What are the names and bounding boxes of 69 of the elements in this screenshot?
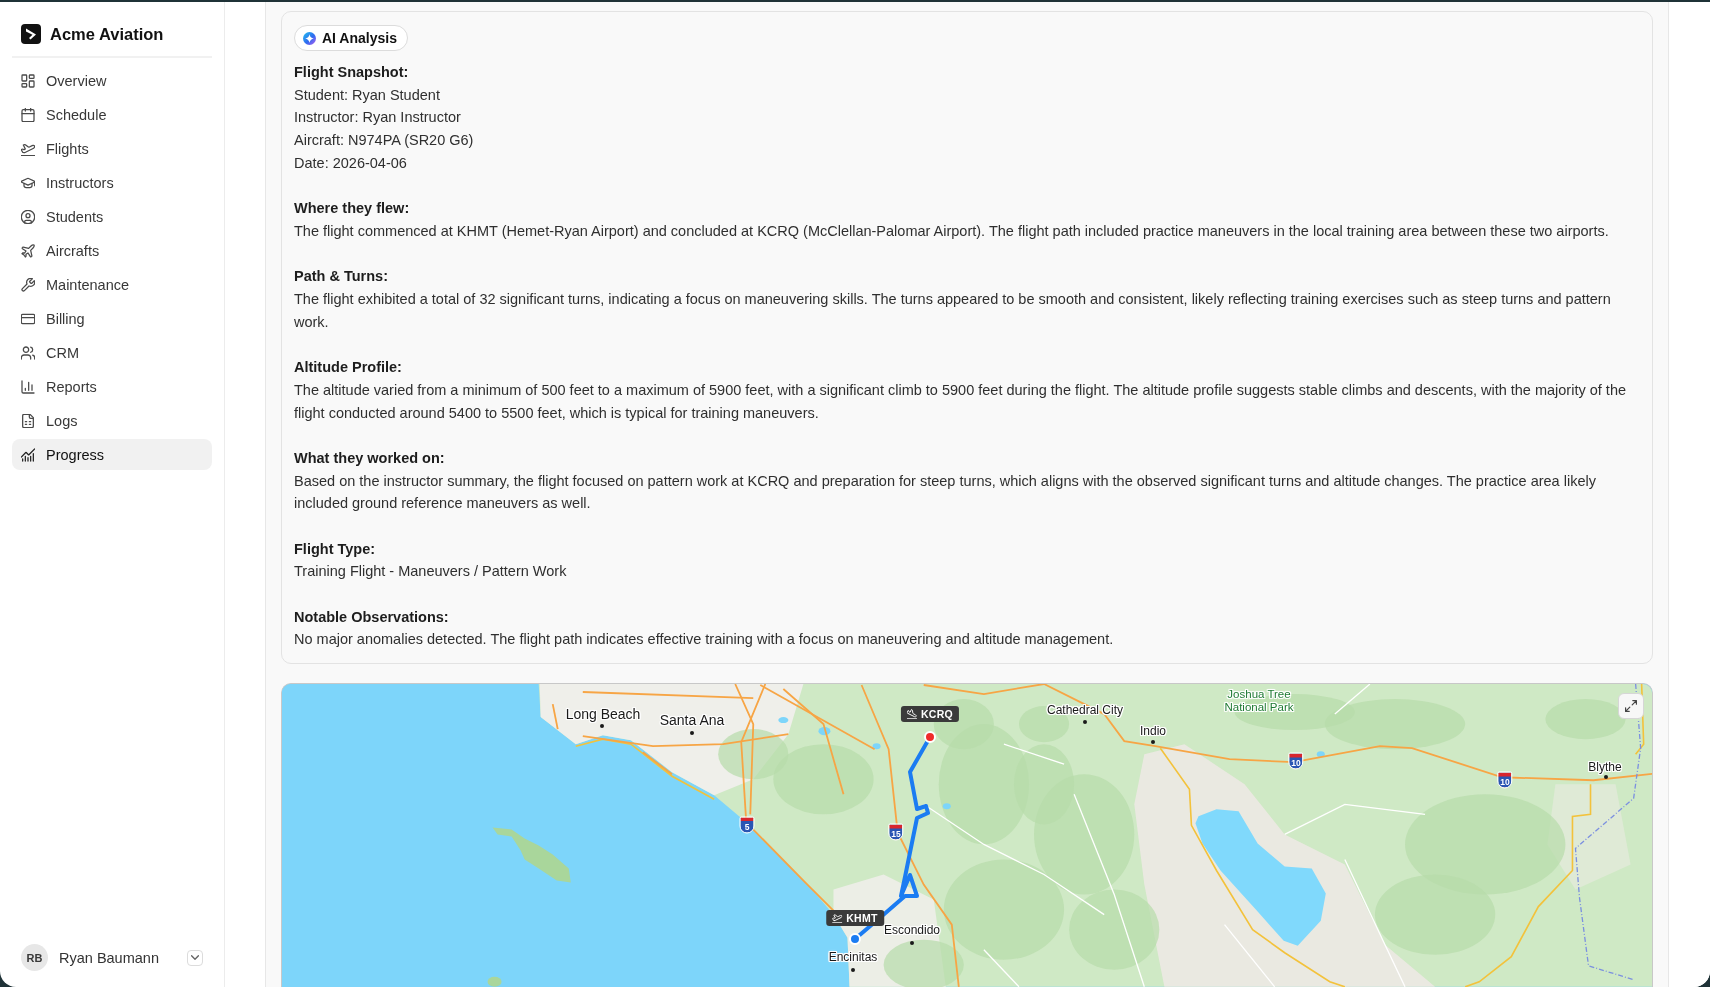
section-text: The flight commenced at KHMT (Hemet-Ryan Airport) and concluded at KCRQ (McClellan-Palomar Airport). The flight path included practice maneuvers in the local training area between these two airports.	[294, 221, 1610, 241]
location-dot-icon	[851, 968, 855, 973]
section-text: Date: 2026-04-06	[294, 153, 408, 173]
trend-chart-icon	[21, 447, 35, 462]
nav-item[interactable]: Students	[12, 201, 212, 232]
nav-item[interactable]: CRM	[12, 337, 212, 368]
plane-landing-icon	[906, 709, 917, 720]
sparkle-icon	[303, 31, 316, 45]
nav-item[interactable]: Schedule	[12, 99, 212, 130]
section-heading: Where they flew:	[294, 199, 411, 219]
nav-item[interactable]: Logs	[12, 405, 212, 436]
location-dot-icon	[910, 941, 914, 946]
location-dot-icon	[1083, 720, 1087, 725]
place-label: Long Beach	[565, 706, 641, 723]
section-text: Aircraft: N974PA (SR20 G6)	[294, 131, 475, 151]
location-dot-icon	[600, 724, 604, 729]
plane-takeoff-icon	[832, 913, 843, 924]
expand-button[interactable]	[1618, 693, 1644, 720]
credit-card-icon	[21, 311, 35, 326]
users-icon	[21, 345, 35, 360]
user-avatar: RB	[21, 944, 48, 971]
nav-item[interactable]: Flights	[12, 133, 212, 164]
airport-code: KHMT	[846, 912, 878, 925]
location-dot-icon	[690, 731, 694, 736]
section-text: Based on the instructor summary, the flight focused on pattern work at KCRQ and preparation for steep turns, which aligns with the observed significant turns and altitude changes. The practice area likely included ground reference maneuvers as well.	[294, 471, 1597, 514]
nav-item[interactable]: Aircrafts	[12, 235, 212, 266]
section-heading: What they worked on:	[294, 448, 446, 468]
nav-item[interactable]: Billing	[12, 303, 212, 334]
place-label: Encinitas	[828, 951, 878, 966]
section-heading: Notable Observations:	[294, 607, 450, 627]
section-heading: Path & Turns:	[294, 267, 389, 287]
spreadsheet-icon	[21, 413, 35, 428]
plane-takeoff-icon	[21, 141, 35, 156]
place-label: Santa Ana	[659, 712, 725, 729]
wrench-icon	[21, 277, 35, 292]
place-label: Blythe	[1588, 761, 1622, 776]
logo-icon	[21, 24, 41, 44]
chevron-down-icon	[191, 955, 199, 960]
graduation-cap-icon	[21, 175, 35, 190]
section-text: Training Flight - Maneuvers / Pattern Work	[294, 562, 568, 582]
nav-item[interactable]: Reports	[12, 371, 212, 402]
location-dot-icon	[1604, 775, 1608, 780]
section-text: Student: Ryan Student	[294, 85, 441, 105]
place-label: Indio	[1140, 725, 1166, 740]
grid-icon	[21, 73, 35, 88]
calendar-icon	[21, 107, 35, 122]
place-label: Cathedral City	[1047, 704, 1123, 719]
section-heading: Flight Snapshot:	[294, 63, 410, 82]
section-text: No major anomalies detected. The flight path indicates effective training with a focus on maneuvering and altitude management.	[294, 630, 1115, 650]
account-menu-button[interactable]	[187, 949, 203, 966]
nav-item[interactable]: Instructors	[12, 167, 212, 198]
place-label: Joshua Tree National Park	[1223, 687, 1295, 715]
analysis-title: AI Analysis	[322, 30, 397, 46]
place-label: Escondido	[884, 924, 940, 939]
location-dot-icon	[1151, 740, 1155, 745]
section-heading: Altitude Profile:	[294, 358, 403, 378]
user-name: Ryan Baumann	[59, 949, 159, 966]
nav-item[interactable]: Maintenance	[12, 269, 212, 300]
section-text: The flight exhibited a total of 32 significant turns, indicating a focus on maneuvering skills. The turns appeared to be smooth and consistent, likely reflecting training exercises such as steep turns and pattern work.	[294, 290, 1612, 332]
nav-item[interactable]: Overview	[12, 65, 212, 96]
section-text: The altitude varied from a minimum of 500 feet to a maximum of 5900 feet, with a significant climb to 5900 feet during the flight. The altitude profile suggests stable climbs and descents, with the majority of the flight conducted around 5400 to 5500 feet, which is typical for training maneuvers.	[294, 380, 1627, 423]
expand-icon	[1625, 700, 1637, 713]
nav-item[interactable]: Progress	[12, 439, 212, 470]
airport-code: KCRQ	[920, 708, 954, 721]
plane-icon	[21, 243, 35, 258]
brand-name: Acme Aviation	[50, 24, 164, 44]
section-text: Instructor: Ryan Instructor	[294, 108, 462, 128]
section-heading: Flight Type:	[294, 539, 377, 559]
bar-chart-icon	[21, 379, 35, 394]
